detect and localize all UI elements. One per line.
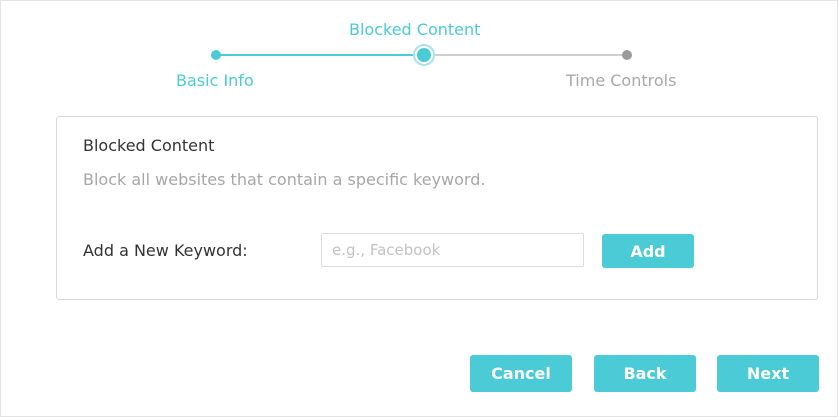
keyword-label: Add a New Keyword: (83, 241, 248, 260)
step-connector-done (216, 54, 423, 56)
step-dot-time-controls (622, 50, 632, 60)
wizard-panel: Blocked Content Basic Info Time Controls… (0, 0, 838, 417)
step-label-time-controls: Time Controls (566, 71, 677, 90)
add-keyword-button[interactable]: Add (602, 234, 694, 268)
card-title: Blocked Content (83, 136, 215, 155)
next-button[interactable]: Next (717, 355, 819, 392)
back-button[interactable]: Back (594, 355, 696, 392)
cancel-button[interactable]: Cancel (470, 355, 572, 392)
card-description: Block all websites that contain a specif… (83, 170, 486, 189)
step-dot-basic-info (211, 50, 221, 60)
step-label-basic-info: Basic Info (176, 71, 254, 90)
blocked-content-card: Blocked Content Block all websites that … (56, 116, 818, 300)
keyword-input[interactable] (321, 233, 584, 267)
step-label-blocked-content: Blocked Content (349, 20, 481, 39)
step-connector-todo (425, 54, 626, 56)
step-dot-blocked-content (417, 48, 431, 62)
